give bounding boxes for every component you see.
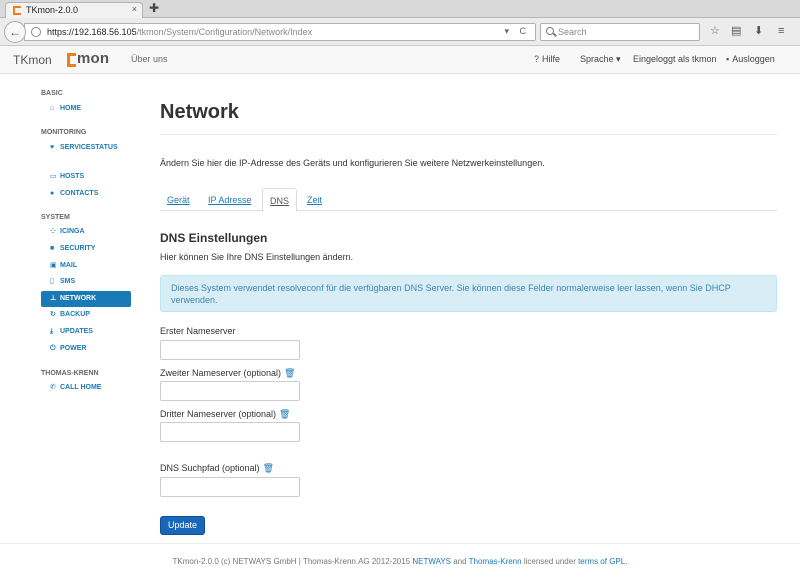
- sidebar-item-backup[interactable]: ↻ BACKUP: [41, 307, 131, 323]
- menu-icon[interactable]: ≡: [778, 25, 784, 37]
- phone-handset-icon: ✆: [50, 384, 56, 391]
- trash-icon[interactable]: 🗑: [284, 368, 295, 378]
- sidebar-item-home[interactable]: ⌂ HOME: [41, 101, 131, 117]
- tab-geraet[interactable]: Gerät: [160, 188, 197, 211]
- back-button[interactable]: ←: [4, 21, 26, 43]
- network-icon: ⊥: [50, 295, 57, 302]
- back-arrow-icon: ←: [9, 25, 21, 39]
- lock-icon: ▪: [726, 54, 730, 64]
- reading-list-icon[interactable]: ▤: [731, 25, 741, 37]
- gpl-terms-link[interactable]: terms of GPL: [578, 557, 625, 566]
- section-description: Hier können Sie Ihre DNS Einstellungen ä…: [160, 252, 354, 262]
- power-icon: ⏻: [50, 345, 56, 352]
- sidebar-item-power[interactable]: ⏻ POWER: [41, 341, 131, 357]
- info-alert: Dieses System verwendet resolveconf für …: [160, 275, 777, 312]
- update-button[interactable]: Update: [160, 516, 205, 535]
- dns-search-path-input[interactable]: [160, 477, 300, 497]
- lock-icon: ■: [50, 245, 55, 252]
- bookmark-star-icon[interactable]: ☆: [710, 25, 720, 37]
- refresh-icon: ↻: [50, 311, 56, 318]
- sidebar-item-servicestatus[interactable]: ♥ SERVICESTATUS: [41, 140, 131, 156]
- site-info-icon[interactable]: [31, 27, 41, 37]
- new-tab-icon[interactable]: ✚: [149, 2, 159, 14]
- logout-link[interactable]: ▪ Ausloggen: [726, 54, 775, 64]
- page-intro: Ändern Sie hier die IP-Adresse des Gerät…: [160, 158, 545, 168]
- first-nameserver-input[interactable]: [160, 340, 300, 360]
- help-circle-icon: ?: [534, 54, 540, 64]
- logged-in-user: Eingeloggt als tkmon: [633, 54, 717, 64]
- url-text: https://192.168.56.105/tkmon/System/Conf…: [47, 27, 313, 37]
- browser-tab-bar: TKmon-2.0.0 × ✚: [0, 0, 800, 18]
- sidebar-item-contacts[interactable]: ● CONTACTS: [41, 186, 131, 202]
- url-bar[interactable]: https://192.168.56.105/tkmon/System/Conf…: [24, 23, 536, 41]
- sidebar-section-system: SYSTEM: [41, 214, 70, 221]
- page-title: Network: [160, 101, 239, 123]
- sidebar-item-updates[interactable]: ⤓ UPDATES: [41, 324, 131, 340]
- title-divider: [160, 134, 777, 135]
- footer: TKmon-2.0.0 (c) NETWAYS GmbH | Thomas-Kr…: [172, 557, 628, 566]
- browser-tab[interactable]: TKmon-2.0.0 ×: [5, 2, 143, 18]
- browser-toolbar: https://192.168.56.105/tkmon/System/Conf…: [0, 18, 800, 46]
- sidebar-item-sms[interactable]: ▯ SMS: [41, 274, 131, 290]
- dns-search-path-label: DNS Suchpfad (optional) 🗑: [160, 463, 274, 473]
- third-nameserver-label: Dritter Nameserver (optional) 🗑: [160, 409, 291, 419]
- sidebar-item-network[interactable]: ⊥ NETWORK: [41, 291, 131, 307]
- search-icon: [546, 27, 554, 35]
- tkmon-favicon-icon: [13, 6, 21, 15]
- app-navbar: TKmon mon Über uns ? Hilfe Sprache ▾ Eing…: [0, 46, 800, 74]
- section-title: DNS Einstellungen: [160, 231, 268, 245]
- sidebar-item-hosts[interactable]: ▭ HOSTS: [41, 169, 131, 185]
- heart-icon: ♥: [50, 144, 55, 151]
- sidebar-item-call-home[interactable]: ✆ CALL HOME: [41, 380, 131, 396]
- footer-divider: [0, 543, 800, 544]
- sidebar-item-icinga[interactable]: ⁘ ICINGA: [41, 224, 131, 240]
- second-nameserver-input[interactable]: [160, 381, 300, 401]
- phone-icon: ▯: [50, 278, 54, 285]
- trash-icon[interactable]: 🗑: [279, 409, 290, 419]
- tab-close-icon[interactable]: ×: [132, 4, 137, 14]
- second-nameserver-label: Zweiter Nameserver (optional) 🗑: [160, 368, 296, 378]
- network-tabs: Gerät IP Adresse DNS Zeit: [160, 188, 777, 212]
- browser-search-input[interactable]: Search: [540, 23, 700, 41]
- brand-name[interactable]: TKmon: [13, 53, 52, 67]
- third-nameserver-input[interactable]: [160, 422, 300, 442]
- monitor-icon: ▭: [50, 173, 57, 180]
- inbox-icon: ▣: [50, 262, 57, 269]
- logo-text: mon: [77, 50, 110, 67]
- search-placeholder: Search: [558, 27, 587, 37]
- netways-link[interactable]: NETWAYS: [412, 557, 451, 566]
- tab-ip-adresse[interactable]: IP Adresse: [201, 188, 258, 211]
- download-icon: ⤓: [50, 328, 54, 335]
- icinga-icon: ⁘: [50, 228, 56, 235]
- url-dropdown-reload-icon[interactable]: ▾ C: [504, 26, 530, 37]
- download-icon[interactable]: ⬇: [754, 25, 763, 37]
- language-dropdown[interactable]: Sprache ▾: [580, 54, 621, 65]
- tab-dns[interactable]: DNS: [262, 188, 298, 212]
- trash-icon[interactable]: 🗑: [263, 463, 274, 473]
- sidebar-section-thomas-krenn: THOMAS-KRENN: [41, 370, 99, 377]
- sidebar-item-mail[interactable]: ▣ MAIL: [41, 258, 131, 274]
- sidebar-section-monitoring: MONITORING: [41, 129, 87, 136]
- home-icon: ⌂: [50, 105, 55, 112]
- tab-zeit[interactable]: Zeit: [300, 188, 329, 211]
- user-icon: ●: [50, 190, 55, 197]
- logo-bracket-icon: [67, 53, 76, 67]
- tab-title: TKmon-2.0.0: [26, 5, 79, 15]
- first-nameserver-label: Erster Nameserver: [160, 326, 236, 336]
- about-link[interactable]: Über uns: [131, 54, 168, 64]
- sidebar-section-basic: BASIC: [41, 90, 63, 97]
- sidebar-item-security[interactable]: ■ SECURITY: [41, 241, 131, 257]
- thomas-krenn-link[interactable]: Thomas-Krenn: [469, 557, 522, 566]
- help-link[interactable]: ? Hilfe: [534, 54, 560, 64]
